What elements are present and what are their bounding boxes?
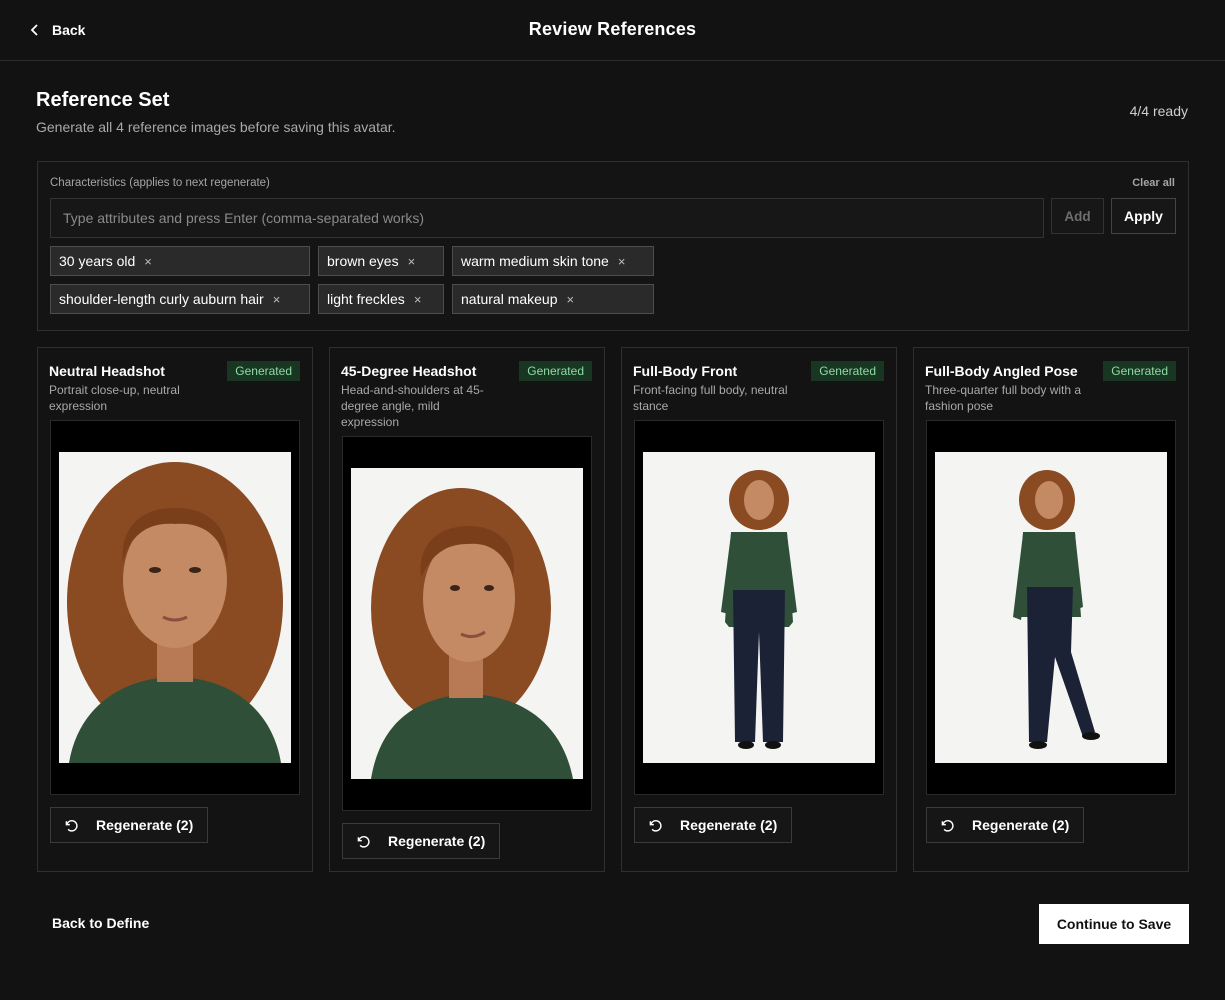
close-icon[interactable]: × — [408, 254, 416, 269]
card-description: Portrait close-up, neutral expression — [49, 383, 180, 413]
angled-headshot-image — [351, 468, 583, 779]
characteristics-label: Characteristics (applies to next regener… — [50, 177, 270, 189]
regenerate-label: Regenerate (2) — [96, 817, 194, 833]
reference-image-frame — [342, 436, 592, 811]
chip-label: natural makeup — [461, 291, 558, 307]
reference-set-subtitle: Generate all 4 reference images before s… — [36, 119, 396, 135]
status-badge: Generated — [811, 361, 884, 381]
chip: light freckles × — [318, 284, 444, 314]
chip-label: 30 years old — [59, 253, 136, 269]
status-badge: Generated — [1103, 361, 1176, 381]
full-body-front-image — [643, 452, 875, 763]
chip: warm medium skin tone × — [452, 246, 654, 276]
status-badge: Generated — [519, 361, 592, 381]
top-bar: Back Review References — [0, 0, 1225, 61]
clear-all-button[interactable]: Clear all — [1132, 177, 1175, 189]
reference-card-neutral-headshot: Neutral Headshot Generated Portrait clos… — [37, 347, 313, 872]
add-button[interactable]: Add — [1051, 198, 1104, 234]
continue-to-save-button[interactable]: Continue to Save — [1039, 904, 1189, 944]
close-icon[interactable]: × — [273, 292, 281, 307]
chip-label: shoulder-length curly auburn hair — [59, 291, 264, 307]
chip: 30 years old × — [50, 246, 310, 276]
card-description: Front-facing full body, neutral stance — [633, 383, 788, 413]
regenerate-label: Regenerate (2) — [972, 817, 1070, 833]
reference-image-frame — [50, 420, 300, 795]
regenerate-button[interactable]: Regenerate (2) — [634, 807, 792, 843]
close-icon[interactable]: × — [414, 292, 422, 307]
card-description: Head-and-shoulders at 45-degree angle, m… — [341, 383, 484, 429]
regenerate-button[interactable]: Regenerate (2) — [50, 807, 208, 843]
reference-set-title: Reference Set — [36, 89, 170, 111]
ready-count: 4/4 ready — [1129, 103, 1188, 119]
refresh-icon — [941, 819, 954, 832]
chip: natural makeup × — [452, 284, 654, 314]
card-title: 45-Degree Headshot — [341, 363, 477, 379]
refresh-icon — [65, 819, 78, 832]
chip: shoulder-length curly auburn hair × — [50, 284, 310, 314]
reference-card-full-body-angled-pose: Full-Body Angled Pose Generated Three-qu… — [913, 347, 1189, 872]
reference-card-full-body-front: Full-Body Front Generated Front-facing f… — [621, 347, 897, 872]
characteristics-input[interactable] — [50, 198, 1044, 238]
refresh-icon — [357, 835, 370, 848]
regenerate-label: Regenerate (2) — [680, 817, 778, 833]
regenerate-button[interactable]: Regenerate (2) — [342, 823, 500, 859]
card-title: Neutral Headshot — [49, 363, 165, 379]
characteristics-panel: Characteristics (applies to next regener… — [37, 161, 1189, 331]
card-title: Full-Body Angled Pose — [925, 363, 1078, 379]
full-body-angled-image — [935, 452, 1167, 763]
chip-label: brown eyes — [327, 253, 399, 269]
chip-label: light freckles — [327, 291, 405, 307]
chip: brown eyes × — [318, 246, 444, 276]
headshot-image — [59, 452, 291, 763]
close-icon[interactable]: × — [144, 254, 152, 269]
refresh-icon — [649, 819, 662, 832]
reference-image-frame — [926, 420, 1176, 795]
reference-image-frame — [634, 420, 884, 795]
card-description: Three-quarter full body with a fashion p… — [925, 383, 1082, 413]
close-icon[interactable]: × — [618, 254, 626, 269]
page-title: Review References — [528, 19, 697, 39]
regenerate-label: Regenerate (2) — [388, 833, 486, 849]
status-badge: Generated — [227, 361, 300, 381]
close-icon[interactable]: × — [567, 292, 575, 307]
apply-button[interactable]: Apply — [1111, 198, 1176, 234]
card-title: Full-Body Front — [633, 363, 738, 379]
back-to-define-button[interactable]: Back to Define — [52, 915, 149, 931]
chip-label: warm medium skin tone — [461, 253, 609, 269]
reference-card-45-degree-headshot: 45-Degree Headshot Generated Head-and-sh… — [329, 347, 605, 872]
regenerate-button[interactable]: Regenerate (2) — [926, 807, 1084, 843]
